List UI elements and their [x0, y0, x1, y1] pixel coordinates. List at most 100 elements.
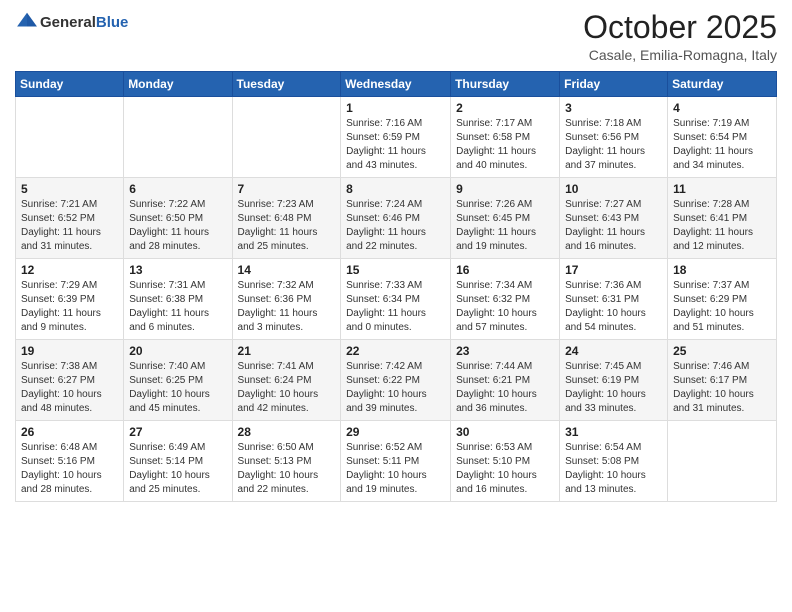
table-cell: 30Sunrise: 6:53 AMSunset: 5:10 PMDayligh… — [451, 421, 560, 502]
day-info: Sunrise: 7:21 AMSunset: 6:52 PMDaylight:… — [21, 198, 118, 254]
day-info: Sunrise: 6:53 AMSunset: 5:10 PMDaylight:… — [456, 441, 554, 497]
day-info: Sunrise: 7:32 AMSunset: 6:36 PMDaylight:… — [238, 279, 336, 335]
day-info: Sunrise: 7:38 AMSunset: 6:27 PMDaylight:… — [21, 360, 118, 416]
day-number: 26 — [21, 425, 118, 439]
day-info: Sunrise: 7:37 AMSunset: 6:29 PMDaylight:… — [673, 279, 771, 335]
day-info: Sunrise: 7:31 AMSunset: 6:38 PMDaylight:… — [129, 279, 226, 335]
day-number: 5 — [21, 182, 118, 196]
table-cell: 15 Sunrise: 7:33 AMSunset: 6:34 PMDayligh… — [341, 259, 451, 340]
day-info: Sunrise: 7:24 AMSunset: 6:46 PMDaylight:… — [346, 198, 445, 254]
col-wednesday: Wednesday — [341, 72, 451, 97]
table-cell: 12 Sunrise: 7:29 AMSunset: 6:39 PMDayligh… — [16, 259, 124, 340]
day-info: Sunrise: 7:22 AMSunset: 6:50 PMDaylight:… — [129, 198, 226, 254]
day-number: 10 — [565, 182, 662, 196]
day-number: 19 — [21, 344, 118, 358]
week-row-5: 26 Sunrise: 6:48 AMSunset: 5:16 PMDayligh… — [16, 421, 777, 502]
day-info: Sunrise: 7:46 AMSunset: 6:17 PMDaylight:… — [673, 360, 771, 416]
day-number: 24 — [565, 344, 662, 358]
table-cell: 31 Sunrise: 6:54 AMSunset: 5:08 PMDayligh… — [560, 421, 668, 502]
day-info: Sunrise: 7:29 AMSunset: 6:39 PMDaylight:… — [21, 279, 118, 335]
day-info: Sunrise: 7:33 AMSunset: 6:34 PMDaylight:… — [346, 279, 445, 335]
table-cell: 18Sunrise: 7:37 AMSunset: 6:29 PMDayligh… — [668, 259, 777, 340]
day-number: 7 — [238, 182, 336, 196]
day-info: Sunrise: 6:50 AMSunset: 5:13 PMDaylight:… — [238, 441, 336, 497]
day-info: Sunrise: 7:40 AMSunset: 6:25 PMDaylight:… — [129, 360, 226, 416]
day-info: Sunrise: 6:54 AMSunset: 5:08 PMDaylight:… — [565, 441, 662, 497]
day-number: 9 — [456, 182, 554, 196]
table-cell: 10Sunrise: 7:27 AMSunset: 6:43 PMDayligh… — [560, 178, 668, 259]
day-number: 31 — [565, 425, 662, 439]
day-info: Sunrise: 7:45 AMSunset: 6:19 PMDaylight:… — [565, 360, 662, 416]
day-info: Sunrise: 7:42 AMSunset: 6:22 PMDaylight:… — [346, 360, 445, 416]
day-number: 11 — [673, 182, 771, 196]
table-cell: 2Sunrise: 7:17 AMSunset: 6:58 PMDaylight… — [451, 97, 560, 178]
day-number: 17 — [565, 263, 662, 277]
col-sunday: Sunday — [16, 72, 124, 97]
table-cell: 7 Sunrise: 7:23 AMSunset: 6:48 PMDaylight… — [232, 178, 341, 259]
week-row-2: 5 Sunrise: 7:21 AMSunset: 6:52 PMDaylight… — [16, 178, 777, 259]
table-cell: 25 Sunrise: 7:46 AMSunset: 6:17 PMDayligh… — [668, 340, 777, 421]
table-cell — [124, 97, 232, 178]
table-cell: 8 Sunrise: 7:24 AMSunset: 6:46 PMDaylight… — [341, 178, 451, 259]
day-info: Sunrise: 6:52 AMSunset: 5:11 PMDaylight:… — [346, 441, 445, 497]
table-cell: 11 Sunrise: 7:28 AMSunset: 6:41 PMDayligh… — [668, 178, 777, 259]
table-cell — [232, 97, 341, 178]
week-row-1: 1 Sunrise: 7:16 AMSunset: 6:59 PMDaylight… — [16, 97, 777, 178]
table-cell: 3Sunrise: 7:18 AMSunset: 6:56 PMDaylight… — [560, 97, 668, 178]
day-info: Sunrise: 7:36 AMSunset: 6:31 PMDaylight:… — [565, 279, 662, 335]
table-cell: 23Sunrise: 7:44 AMSunset: 6:21 PMDayligh… — [451, 340, 560, 421]
table-cell: 27Sunrise: 6:49 AMSunset: 5:14 PMDayligh… — [124, 421, 232, 502]
day-info: Sunrise: 7:18 AMSunset: 6:56 PMDaylight:… — [565, 117, 662, 173]
calendar-table: Sunday Monday Tuesday Wednesday Thursday… — [15, 71, 777, 502]
table-cell: 13 Sunrise: 7:31 AMSunset: 6:38 PMDayligh… — [124, 259, 232, 340]
table-cell: 21Sunrise: 7:41 AMSunset: 6:24 PMDayligh… — [232, 340, 341, 421]
table-cell: 14 Sunrise: 7:32 AMSunset: 6:36 PMDayligh… — [232, 259, 341, 340]
day-info: Sunrise: 7:23 AMSunset: 6:48 PMDaylight:… — [238, 198, 336, 254]
day-number: 1 — [346, 101, 445, 115]
table-cell: 9 Sunrise: 7:26 AMSunset: 6:45 PMDaylight… — [451, 178, 560, 259]
logo: GeneralBlue — [15, 10, 128, 37]
day-number: 20 — [129, 344, 226, 358]
col-tuesday: Tuesday — [232, 72, 341, 97]
logo-blue: Blue — [96, 14, 129, 31]
logo-text: GeneralBlue — [40, 15, 128, 32]
day-info: Sunrise: 7:28 AMSunset: 6:41 PMDaylight:… — [673, 198, 771, 254]
month-title: October 2025 — [583, 10, 777, 45]
location: Casale, Emilia-Romagna, Italy — [583, 47, 777, 63]
title-area: October 2025 Casale, Emilia-Romagna, Ita… — [583, 10, 777, 63]
table-cell: 6 Sunrise: 7:22 AMSunset: 6:50 PMDaylight… — [124, 178, 232, 259]
col-saturday: Saturday — [668, 72, 777, 97]
col-friday: Friday — [560, 72, 668, 97]
day-number: 6 — [129, 182, 226, 196]
day-info: Sunrise: 7:34 AMSunset: 6:32 PMDaylight:… — [456, 279, 554, 335]
table-cell: 5 Sunrise: 7:21 AMSunset: 6:52 PMDaylight… — [16, 178, 124, 259]
table-cell: 29Sunrise: 6:52 AMSunset: 5:11 PMDayligh… — [341, 421, 451, 502]
day-info: Sunrise: 6:48 AMSunset: 5:16 PMDaylight:… — [21, 441, 118, 497]
day-number: 13 — [129, 263, 226, 277]
day-number: 4 — [673, 101, 771, 115]
logo-icon — [16, 10, 38, 32]
day-number: 14 — [238, 263, 336, 277]
day-info: Sunrise: 7:26 AMSunset: 6:45 PMDaylight:… — [456, 198, 554, 254]
header-row: Sunday Monday Tuesday Wednesday Thursday… — [16, 72, 777, 97]
table-cell: 26 Sunrise: 6:48 AMSunset: 5:16 PMDayligh… — [16, 421, 124, 502]
col-monday: Monday — [124, 72, 232, 97]
day-number: 15 — [346, 263, 445, 277]
day-number: 12 — [21, 263, 118, 277]
day-info: Sunrise: 6:49 AMSunset: 5:14 PMDaylight:… — [129, 441, 226, 497]
day-number: 28 — [238, 425, 336, 439]
col-thursday: Thursday — [451, 72, 560, 97]
table-cell: 19 Sunrise: 7:38 AMSunset: 6:27 PMDayligh… — [16, 340, 124, 421]
table-cell: 20 Sunrise: 7:40 AMSunset: 6:25 PMDayligh… — [124, 340, 232, 421]
day-number: 8 — [346, 182, 445, 196]
day-number: 23 — [456, 344, 554, 358]
day-number: 2 — [456, 101, 554, 115]
header: GeneralBlue October 2025 Casale, Emilia-… — [15, 10, 777, 63]
logo-general: General — [40, 14, 96, 31]
table-cell: 16Sunrise: 7:34 AMSunset: 6:32 PMDayligh… — [451, 259, 560, 340]
day-number: 25 — [673, 344, 771, 358]
week-row-3: 12 Sunrise: 7:29 AMSunset: 6:39 PMDayligh… — [16, 259, 777, 340]
table-cell: 24 Sunrise: 7:45 AMSunset: 6:19 PMDayligh… — [560, 340, 668, 421]
day-info: Sunrise: 7:16 AMSunset: 6:59 PMDaylight:… — [346, 117, 445, 173]
table-cell — [16, 97, 124, 178]
